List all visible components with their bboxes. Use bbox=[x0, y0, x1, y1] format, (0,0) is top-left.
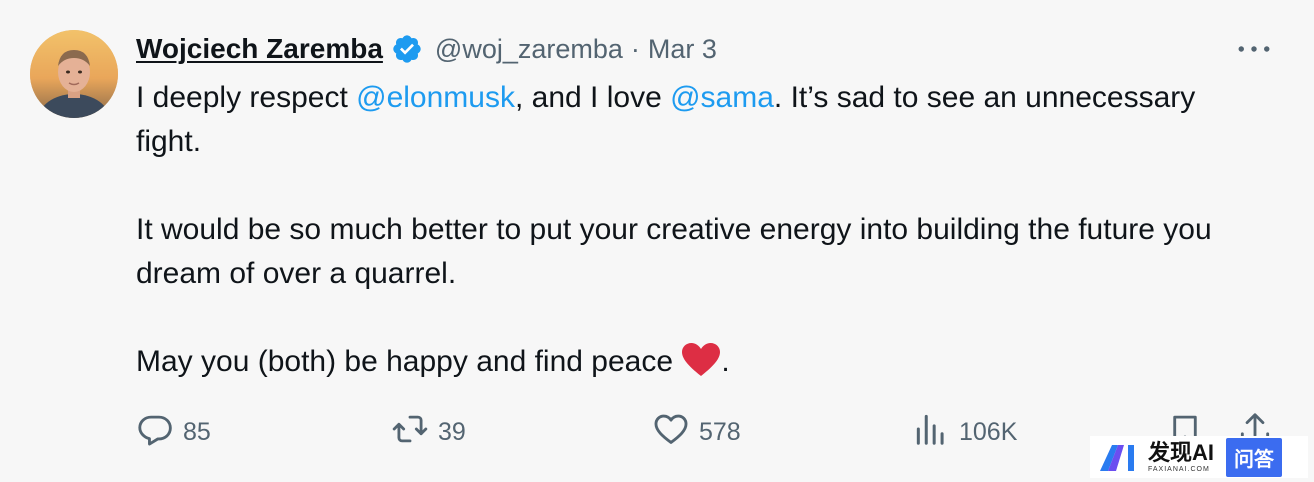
tweet-card: Wojciech Zaremba @woj_zaremba · Mar 3 I … bbox=[0, 0, 1314, 482]
reply-icon bbox=[136, 410, 174, 455]
header-separator: · bbox=[630, 33, 640, 64]
like-count: 578 bbox=[699, 417, 741, 446]
more-options-icon[interactable] bbox=[1234, 34, 1274, 64]
retweet-button[interactable]: 39 bbox=[391, 410, 466, 454]
verified-badge-icon[interactable] bbox=[391, 33, 423, 65]
faxianai-logo-icon bbox=[1100, 445, 1134, 471]
text-segment: . bbox=[721, 345, 730, 378]
text-segment: , and I love bbox=[514, 81, 671, 114]
mention-sama[interactable]: @sama bbox=[670, 81, 774, 114]
tweet-paragraph-3: May you (both) be happy and find peace . bbox=[136, 340, 1266, 384]
red-heart-emoji-icon bbox=[681, 343, 721, 377]
watermark-text: 发现AI FAXIANAI.COM bbox=[1148, 439, 1215, 473]
mention-elonmusk[interactable]: @elonmusk bbox=[356, 81, 515, 114]
text-segment: May you (both) be happy and find peace bbox=[136, 345, 682, 378]
watermark-url: FAXIANAI.COM bbox=[1148, 465, 1210, 473]
tweet-date[interactable]: Mar 3 bbox=[648, 34, 717, 65]
watermark-badge: 问答 bbox=[1226, 437, 1283, 477]
watermark-banner: 发现AI FAXIANAI.COM 问答 bbox=[1090, 436, 1308, 478]
views-button[interactable]: 106K bbox=[912, 410, 1017, 454]
avatar[interactable] bbox=[30, 30, 118, 118]
tweet-header: Wojciech Zaremba @woj_zaremba · Mar 3 bbox=[136, 28, 717, 70]
retweet-count: 39 bbox=[438, 417, 466, 446]
reply-count: 85 bbox=[183, 417, 211, 446]
watermark-brand: 发现AI bbox=[1148, 439, 1215, 465]
text-segment: I deeply respect bbox=[136, 81, 357, 114]
heart-outline-icon bbox=[652, 410, 690, 455]
views-bar-chart-icon bbox=[912, 410, 950, 455]
reply-button[interactable]: 85 bbox=[136, 410, 211, 454]
like-button[interactable]: 578 bbox=[652, 410, 741, 454]
tweet-paragraph-2: It would be so much better to put your c… bbox=[136, 213, 1212, 290]
avatar-photo bbox=[30, 30, 118, 118]
tweet-text: I deeply respect @elonmusk, and I love @… bbox=[136, 76, 1266, 384]
author-display-name[interactable]: Wojciech Zaremba bbox=[136, 33, 383, 65]
retweet-icon bbox=[391, 410, 429, 455]
tweet-paragraph-1: I deeply respect @elonmusk, and I love @… bbox=[136, 76, 1266, 164]
author-handle[interactable]: @woj_zaremba bbox=[435, 34, 623, 65]
views-count: 106K bbox=[959, 417, 1018, 446]
